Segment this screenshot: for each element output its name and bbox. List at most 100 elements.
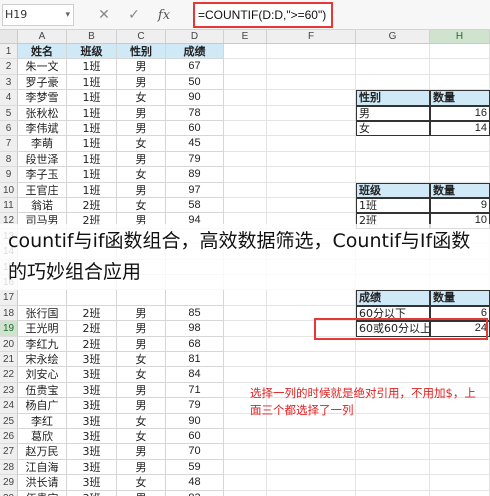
- table-cell[interactable]: 83: [166, 490, 224, 496]
- table-cell[interactable]: 翁诺: [18, 198, 67, 214]
- table-cell[interactable]: 女: [117, 413, 166, 429]
- table-cell[interactable]: 李伟斌: [18, 121, 67, 137]
- grid-cell[interactable]: [224, 321, 267, 337]
- table-cell[interactable]: 男: [117, 336, 166, 352]
- chevron-down-icon[interactable]: ▾: [65, 10, 70, 20]
- table-cell[interactable]: 李萌: [18, 136, 67, 152]
- grid-cell[interactable]: [224, 336, 267, 352]
- table-cell[interactable]: 女: [117, 136, 166, 152]
- summary-cell[interactable]: 数量: [430, 290, 490, 306]
- column-header-d[interactable]: D: [166, 30, 224, 44]
- grid-cell[interactable]: [430, 444, 490, 460]
- grid-cell[interactable]: [356, 167, 430, 183]
- grid-cell[interactable]: [224, 305, 267, 322]
- table-cell[interactable]: 70: [166, 444, 224, 460]
- table-header-cell[interactable]: 班级: [67, 44, 117, 60]
- row-header[interactable]: 20: [0, 336, 18, 352]
- table-cell[interactable]: 1班: [67, 136, 117, 152]
- table-cell[interactable]: 李梦雪: [18, 90, 67, 106]
- table-cell[interactable]: 3班: [67, 352, 117, 368]
- table-header-cell[interactable]: 姓名: [18, 44, 67, 60]
- row-header[interactable]: 29: [0, 475, 18, 491]
- table-cell[interactable]: 3班: [67, 444, 117, 460]
- table-cell[interactable]: 男: [117, 321, 166, 337]
- table-cell[interactable]: 60: [166, 121, 224, 137]
- table-cell[interactable]: 3班: [67, 413, 117, 429]
- table-cell[interactable]: 89: [166, 167, 224, 183]
- table-cell[interactable]: 男: [117, 490, 166, 496]
- table-cell[interactable]: 罗子豪: [18, 74, 67, 91]
- table-cell[interactable]: 段世泽: [18, 151, 67, 168]
- row-header[interactable]: 11: [0, 198, 18, 214]
- row-header[interactable]: 2: [0, 59, 18, 75]
- grid-cell[interactable]: [267, 151, 356, 168]
- table-cell[interactable]: 67: [166, 59, 224, 75]
- table-cell[interactable]: 女: [117, 167, 166, 183]
- grid-cell[interactable]: [267, 429, 356, 445]
- name-box[interactable]: H19 ▾: [2, 4, 74, 26]
- table-cell[interactable]: 男: [117, 459, 166, 476]
- table-cell[interactable]: 60: [166, 429, 224, 445]
- table-cell[interactable]: 女: [117, 475, 166, 491]
- grid-cell[interactable]: [430, 490, 490, 496]
- table-cell[interactable]: 男: [117, 121, 166, 137]
- table-cell[interactable]: 79: [166, 398, 224, 414]
- grid-cell[interactable]: [430, 352, 490, 368]
- row-header[interactable]: 21: [0, 352, 18, 368]
- table-cell[interactable]: 85: [166, 305, 224, 322]
- grid-cell[interactable]: [267, 167, 356, 183]
- grid-cell[interactable]: [267, 105, 356, 121]
- table-cell[interactable]: 97: [166, 182, 224, 198]
- table-cell[interactable]: 男: [117, 398, 166, 414]
- row-header[interactable]: 28: [0, 459, 18, 476]
- table-cell[interactable]: 50: [166, 74, 224, 91]
- column-header-h[interactable]: H: [430, 30, 490, 44]
- table-cell[interactable]: 84: [166, 367, 224, 383]
- table-cell[interactable]: 男: [117, 444, 166, 460]
- table-cell[interactable]: 1班: [67, 182, 117, 198]
- select-all-corner[interactable]: [0, 30, 18, 44]
- column-header-g[interactable]: G: [356, 30, 430, 44]
- grid-cell[interactable]: [267, 44, 356, 60]
- table-cell[interactable]: 男: [117, 105, 166, 121]
- table-cell[interactable]: 71: [166, 382, 224, 399]
- table-cell[interactable]: 李红: [18, 413, 67, 429]
- grid-cell[interactable]: [224, 444, 267, 460]
- table-cell[interactable]: 58: [166, 198, 224, 214]
- table-cell[interactable]: 王官庄: [18, 182, 67, 198]
- column-header-e[interactable]: E: [224, 30, 267, 44]
- row-header[interactable]: 18: [0, 305, 18, 322]
- table-cell[interactable]: 90: [166, 90, 224, 106]
- table-cell[interactable]: 王光明: [18, 321, 67, 337]
- table-cell[interactable]: 李红九: [18, 336, 67, 352]
- grid-cell[interactable]: [430, 459, 490, 476]
- table-cell[interactable]: 女: [117, 198, 166, 214]
- table-cell[interactable]: 81: [166, 352, 224, 368]
- table-cell[interactable]: 男: [117, 151, 166, 168]
- cancel-icon[interactable]: ✕: [96, 7, 112, 23]
- grid-cell[interactable]: [430, 367, 490, 383]
- table-cell[interactable]: 1班: [67, 59, 117, 75]
- table-header-cell[interactable]: 性别: [117, 44, 166, 60]
- grid-cell[interactable]: [356, 367, 430, 383]
- summary-cell[interactable]: 成绩: [356, 290, 430, 306]
- grid-cell[interactable]: [267, 74, 356, 91]
- table-cell[interactable]: [117, 290, 166, 306]
- row-header[interactable]: 3: [0, 74, 18, 91]
- summary-cell[interactable]: 男: [356, 105, 430, 121]
- grid-cell[interactable]: [224, 136, 267, 152]
- table-cell[interactable]: 杨自广: [18, 398, 67, 414]
- table-cell[interactable]: [18, 290, 67, 306]
- grid-cell[interactable]: [356, 429, 430, 445]
- table-cell[interactable]: 1班: [67, 74, 117, 91]
- grid-cell[interactable]: [224, 429, 267, 445]
- grid-cell[interactable]: [356, 74, 430, 91]
- formula-input[interactable]: =COUNTIF(D:D,">=60"): [193, 2, 333, 28]
- table-cell[interactable]: [166, 290, 224, 306]
- row-header[interactable]: 7: [0, 136, 18, 152]
- grid-cell[interactable]: [267, 475, 356, 491]
- grid-cell[interactable]: [224, 59, 267, 75]
- table-cell[interactable]: 68: [166, 336, 224, 352]
- table-cell[interactable]: 男: [117, 382, 166, 399]
- column-header-c[interactable]: C: [117, 30, 166, 44]
